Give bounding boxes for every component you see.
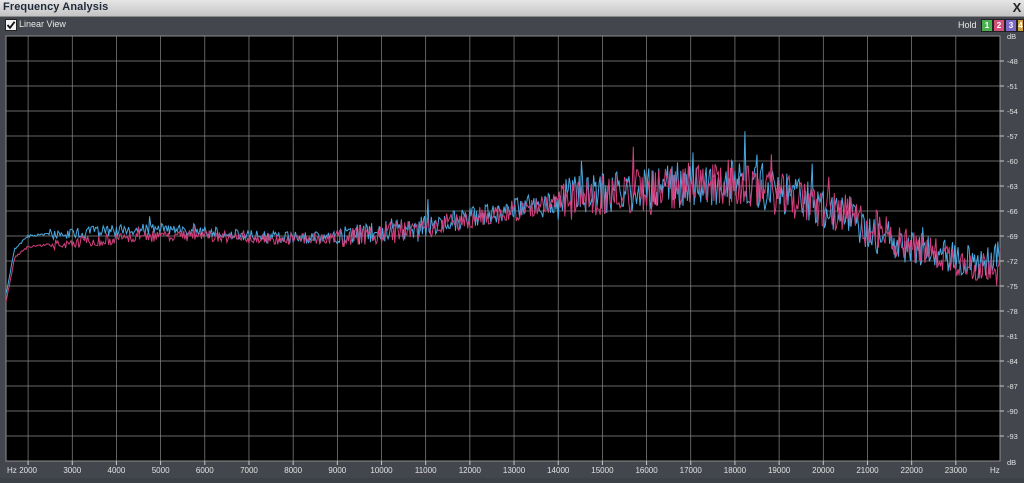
window-title: Frequency Analysis xyxy=(3,1,109,13)
x-axis-start-label: Hz xyxy=(7,466,17,475)
x-tick-label: 18000 xyxy=(724,466,747,475)
x-tick-label: 3000 xyxy=(63,466,81,475)
y-tick-label: -54 xyxy=(1007,107,1018,116)
y-tick-label: -66 xyxy=(1007,207,1018,216)
y-tick-label: -51 xyxy=(1007,82,1018,91)
y-tick-label: -69 xyxy=(1007,232,1018,241)
y-tick-label: -48 xyxy=(1007,57,1018,66)
linear-view-label: Linear View xyxy=(19,19,66,29)
y-tick-label: -60 xyxy=(1007,157,1018,166)
x-tick-label: 16000 xyxy=(635,466,658,475)
frequency-analysis-window: Frequency Analysis X Linear View Hold 1 … xyxy=(0,0,1024,478)
x-tick-label: 12000 xyxy=(459,466,482,475)
y-tick-label: -84 xyxy=(1007,357,1018,366)
x-tick-label: 15000 xyxy=(591,466,614,475)
y-tick-label: -72 xyxy=(1007,257,1018,266)
x-tick-label: 20000 xyxy=(812,466,835,475)
x-tick-label: 8000 xyxy=(284,466,302,475)
x-tick-label: 6000 xyxy=(196,466,214,475)
plot-area xyxy=(5,35,1001,462)
x-tick-label: 17000 xyxy=(680,466,703,475)
x-tick-label: 11000 xyxy=(415,466,437,475)
x-tick-label: 14000 xyxy=(547,466,570,475)
close-icon[interactable]: X xyxy=(1010,0,1024,15)
hold-button-1[interactable]: 1 xyxy=(981,19,993,32)
x-tick-label: 7000 xyxy=(240,466,258,475)
y-tick-label: -57 xyxy=(1007,132,1018,141)
x-tick-label: 9000 xyxy=(328,466,346,475)
x-tick-label: 19000 xyxy=(768,466,791,475)
y-tick-label: -78 xyxy=(1007,307,1018,316)
toolbar: Linear View Hold 1 2 3 4 xyxy=(0,17,1024,33)
x-axis-end-label: Hz xyxy=(990,466,1000,475)
x-tick-label: 21000 xyxy=(856,466,879,475)
x-tick-label: 22000 xyxy=(901,466,924,475)
frequency-plot: -48 -51 -54 -57 -60 -63 -66 -69 -72 -75 -78 -81 -84 -… xyxy=(0,32,1024,478)
x-tick-label: 2000 xyxy=(19,466,37,475)
hold-button-2[interactable]: 2 xyxy=(993,19,1005,32)
hold-button-4[interactable]: 4 xyxy=(1017,19,1024,32)
x-tick-label: 4000 xyxy=(108,466,126,475)
spectrum-chart: -48 -51 -54 -57 -60 -63 -66 -69 -72 -75 -78 -81 -84 -… xyxy=(0,32,1024,478)
x-tick-label: 23000 xyxy=(945,466,968,475)
y-tick-label: -63 xyxy=(1007,182,1018,191)
y-tick-label: -90 xyxy=(1007,407,1018,416)
title-bar[interactable]: Frequency Analysis X xyxy=(0,0,1024,17)
y-tick-label: -81 xyxy=(1007,332,1018,341)
x-tick-label: 13000 xyxy=(503,466,526,475)
x-tick-label: 10000 xyxy=(370,466,393,475)
y-axis-bottom-label: dB xyxy=(1007,458,1016,467)
hold-label: Hold xyxy=(958,20,977,30)
linear-view-checkbox[interactable] xyxy=(5,19,17,31)
y-tick-label: -93 xyxy=(1007,432,1018,441)
y-axis-top-label: dB xyxy=(1007,33,1016,41)
y-tick-label: -75 xyxy=(1007,282,1018,291)
checkmark-icon xyxy=(6,21,16,30)
x-tick-label: 5000 xyxy=(152,466,170,475)
hold-button-3[interactable]: 3 xyxy=(1005,19,1017,32)
y-tick-label: -87 xyxy=(1007,382,1018,391)
